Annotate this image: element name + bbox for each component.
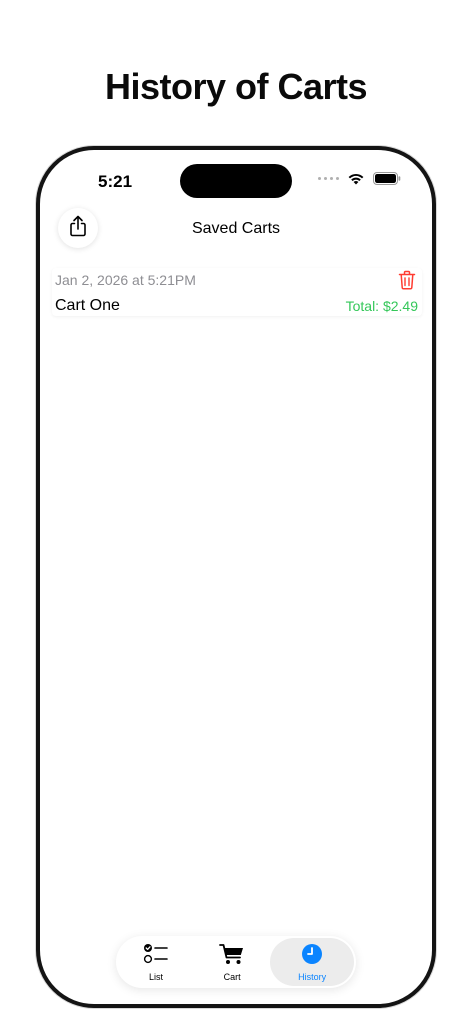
delete-cart-button[interactable] — [398, 270, 418, 290]
phone-frame: 5:21 Saved Carts Jan 2, 2026 at 5:21PM C… — [36, 146, 436, 1008]
cart-date: Jan 2, 2026 at 5:21PM — [55, 272, 196, 288]
tab-history-label: History — [298, 971, 327, 982]
promo-title: History of Carts — [104, 66, 368, 107]
trash-icon — [398, 270, 416, 294]
cart-list-item[interactable]: Jan 2, 2026 at 5:21PM Cart One Total: $2… — [52, 268, 422, 316]
battery-icon — [373, 172, 401, 185]
tab-history[interactable]: History — [270, 938, 354, 986]
cart-name: Cart One — [55, 297, 120, 314]
tab-list[interactable]: List — [118, 938, 194, 986]
dynamic-island — [180, 164, 292, 198]
status-indicators — [318, 172, 401, 185]
cart-icon — [219, 943, 245, 970]
page-title: Saved Carts — [191, 220, 281, 237]
tab-cart-label: Cart — [223, 971, 241, 982]
wifi-icon — [347, 172, 365, 185]
tab-cart[interactable]: Cart — [194, 938, 270, 986]
tab-list-label: List — [149, 971, 164, 982]
cart-total: Total: $2.49 — [345, 298, 418, 314]
clock-icon — [301, 943, 323, 970]
signal-dots-icon — [318, 177, 339, 180]
checklist-icon — [143, 943, 169, 970]
tab-bar: List Cart History — [116, 936, 356, 988]
status-time: 5:21 — [98, 172, 133, 191]
